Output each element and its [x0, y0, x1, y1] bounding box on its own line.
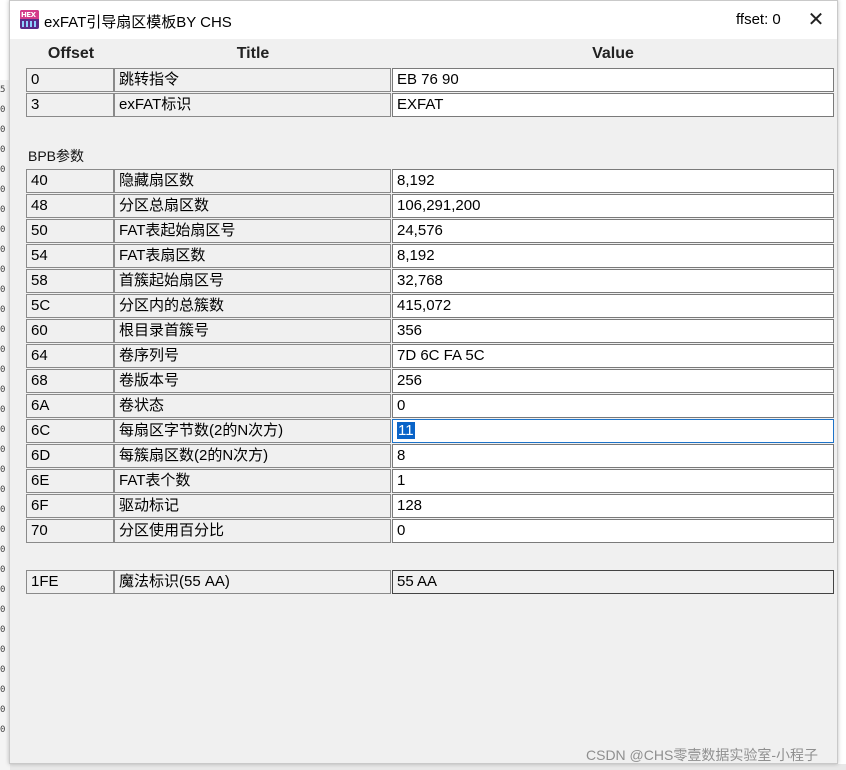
row-title: 根目录首簇号 — [114, 319, 391, 343]
row-offset: 0 — [26, 68, 114, 92]
row-title: exFAT标识 — [114, 93, 391, 117]
window-title: exFAT引导扇区模板BY CHS — [44, 14, 232, 31]
row-offset: 60 — [26, 319, 114, 343]
row-title: 跳转指令 — [114, 68, 391, 92]
row-value-field[interactable]: 1 — [392, 469, 834, 493]
row-offset: 40 — [26, 169, 114, 193]
row-value-field[interactable]: EXFAT — [392, 93, 834, 117]
row-offset: 6C — [26, 419, 114, 443]
bpb-section-label: BPB参数 — [28, 148, 85, 164]
row-title: FAT表起始扇区号 — [114, 219, 391, 243]
row-title: 隐藏扇区数 — [114, 169, 391, 193]
row-value-field[interactable]: 0 — [392, 519, 834, 543]
row-title: 分区内的总簇数 — [114, 294, 391, 318]
row-title: FAT表个数 — [114, 469, 391, 493]
row-offset: 50 — [26, 219, 114, 243]
row-title: 首簇起始扇区号 — [114, 269, 391, 293]
row-offset: 54 — [26, 244, 114, 268]
row-title: 卷版本号 — [114, 369, 391, 393]
row-value-field[interactable]: 55 AA — [392, 570, 834, 594]
offset-indicator: ffset: 0 — [736, 11, 781, 28]
row-title: 卷状态 — [114, 394, 391, 418]
row-offset: 1FE — [26, 570, 114, 594]
column-header-title: Title — [236, 45, 270, 62]
row-title: 每扇区字节数(2的N次方) — [114, 419, 391, 443]
row-value-field[interactable]: 0 — [392, 394, 834, 418]
row-offset: 5C — [26, 294, 114, 318]
row-value-field[interactable]: 128 — [392, 494, 834, 518]
csdn-watermark: CSDN @CHS零壹数据实验室-小程子 — [586, 747, 818, 763]
row-offset: 64 — [26, 344, 114, 368]
row-offset: 6A — [26, 394, 114, 418]
row-value-field[interactable]: 8,192 — [392, 169, 834, 193]
title-fade — [238, 9, 268, 31]
row-value-field[interactable]: 32,768 — [392, 269, 834, 293]
selected-value-text[interactable]: 11 — [397, 422, 415, 439]
row-offset: 48 — [26, 194, 114, 218]
column-header-value: Value — [592, 45, 634, 62]
row-value-field[interactable]: 106,291,200 — [392, 194, 834, 218]
row-value-field[interactable]: EB 76 90 — [392, 68, 834, 92]
row-offset: 6E — [26, 469, 114, 493]
row-value-field[interactable]: 24,576 — [392, 219, 834, 243]
row-offset: 6D — [26, 444, 114, 468]
row-value-field[interactable]: 11 — [392, 419, 834, 443]
row-offset: 3 — [26, 93, 114, 117]
title-bar[interactable]: HEX exFAT引导扇区模板BY CHS ffset: 0 ✕ — [10, 1, 837, 39]
row-title: 分区使用百分比 — [114, 519, 391, 543]
row-offset: 68 — [26, 369, 114, 393]
row-title: 魔法标识(55 AA) — [114, 570, 391, 594]
template-window: HEX exFAT引导扇区模板BY CHS ffset: 0 ✕ Offset … — [9, 0, 838, 764]
row-value-field[interactable]: 8,192 — [392, 244, 834, 268]
row-title: 卷序列号 — [114, 344, 391, 368]
row-offset: 70 — [26, 519, 114, 543]
row-title: FAT表扇区数 — [114, 244, 391, 268]
row-title: 每簇扇区数(2的N次方) — [114, 444, 391, 468]
hex-app-icon: HEX — [20, 10, 39, 29]
row-offset: 6F — [26, 494, 114, 518]
row-title: 驱动标记 — [114, 494, 391, 518]
row-value-field[interactable]: 356 — [392, 319, 834, 343]
column-header-offset: Offset — [47, 45, 95, 62]
close-button[interactable]: ✕ — [802, 7, 830, 33]
row-value-field[interactable]: 256 — [392, 369, 834, 393]
row-value-field[interactable]: 8 — [392, 444, 834, 468]
row-title: 分区总扇区数 — [114, 194, 391, 218]
row-value-field[interactable]: 415,072 — [392, 294, 834, 318]
row-value-field[interactable]: 7D 6C FA 5C — [392, 344, 834, 368]
row-offset: 58 — [26, 269, 114, 293]
